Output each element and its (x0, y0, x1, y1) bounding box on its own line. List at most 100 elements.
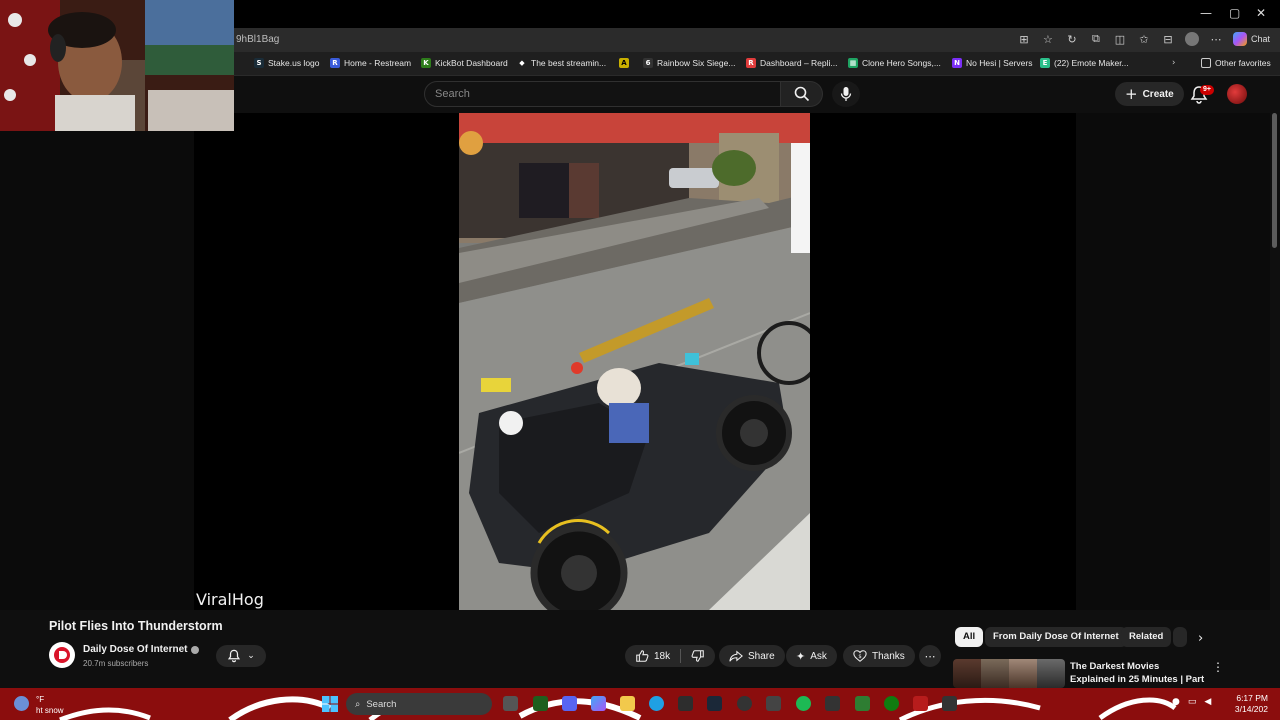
copilot-chat-button[interactable]: Chat (1232, 32, 1270, 46)
chip-related[interactable]: Related (1121, 627, 1172, 647)
like-count: 18k (654, 650, 671, 662)
chip-partial[interactable] (1173, 627, 1187, 647)
create-button[interactable]: + Create (1115, 82, 1184, 106)
favorites-overflow-icon[interactable]: › (1172, 58, 1175, 68)
nvidia-icon[interactable] (533, 696, 548, 711)
weather-icon[interactable] (14, 696, 29, 711)
bell-icon (228, 649, 241, 663)
taskbar-search[interactable]: ⌕ Search (346, 693, 492, 715)
voice-search-button[interactable] (832, 81, 860, 107)
profile-avatar[interactable] (1184, 32, 1199, 46)
share-button-inner: Share (719, 645, 785, 667)
close-icon[interactable]: ✕ (1256, 6, 1266, 20)
favorite-item[interactable]: R Dashboard – Repli... (746, 58, 838, 68)
microphone-icon (840, 87, 852, 101)
app-m-icon[interactable] (913, 696, 928, 711)
ask-button[interactable]: ✦ Ask (786, 645, 837, 667)
chevron-right-icon[interactable]: › (1198, 631, 1203, 646)
maximize-icon[interactable]: ▢ (1229, 6, 1240, 20)
discord-icon[interactable] (562, 696, 577, 711)
ambient-left (0, 113, 194, 610)
favorite-icon: S (254, 58, 264, 68)
account-avatar[interactable] (1227, 84, 1247, 104)
favorite-item[interactable]: A (619, 58, 633, 68)
video-title: Pilot Flies Into Thunderstorm (49, 619, 223, 633)
app-available-icon[interactable]: ⊞ (1017, 32, 1031, 46)
chip-all[interactable]: All (955, 627, 984, 647)
share-label: Share (748, 650, 775, 662)
more-vertical-icon[interactable]: ⋮ (1212, 660, 1224, 674)
favorite-item[interactable]: ◆ The best streamin... (517, 58, 606, 68)
favorite-item[interactable]: K KickBot Dashboard (421, 58, 508, 68)
chat-label: Chat (1250, 34, 1270, 44)
copilot-taskbar-icon[interactable] (591, 696, 606, 711)
chip-from-channel[interactable]: From Daily Dose Of Internet (985, 627, 1127, 647)
app-vp-icon[interactable] (942, 696, 957, 711)
favorite-item[interactable]: ▦ Clone Hero Songs,... (848, 58, 941, 68)
channel-avatar[interactable] (49, 642, 75, 668)
microphone-tray-icon[interactable]: ● (1172, 697, 1180, 707)
favorite-icon: N (952, 58, 962, 68)
extensions-icon[interactable]: ⧉ (1089, 32, 1103, 46)
subscription-bell-button[interactable]: ⌄ (216, 645, 266, 667)
collections-icon[interactable]: ⊟ (1161, 32, 1175, 46)
like-dislike-group: 18k (625, 645, 716, 667)
share-button[interactable]: Share (719, 645, 785, 667)
notification-badge: 9+ (1200, 85, 1214, 95)
weather-widget[interactable]: °F ht snow (36, 694, 64, 716)
favorite-item[interactable]: S Stake.us logo (254, 58, 320, 68)
store-icon[interactable] (678, 696, 693, 711)
task-view-icon[interactable] (503, 696, 518, 711)
favorite-item[interactable]: R Home - Restream (330, 58, 411, 68)
share-icon (729, 650, 743, 662)
favorite-icon: ▦ (848, 58, 858, 68)
thanks-button[interactable]: $ Thanks (843, 645, 915, 667)
more-actions-button[interactable]: ⋯ (919, 645, 941, 667)
related-video-thumbnail[interactable] (953, 659, 1065, 688)
chevron-down-icon: ⌄ (247, 651, 255, 661)
taskbar-wallpaper-swirls (59, 695, 1177, 720)
like-button[interactable]: 18k (625, 645, 680, 667)
favorite-icon: ◆ (519, 59, 525, 67)
create-label: Create (1142, 88, 1174, 100)
steam-icon[interactable] (707, 696, 722, 711)
dislike-button[interactable] (681, 645, 715, 667)
webcam-overlay (0, 0, 234, 131)
ask-button-inner: ✦ Ask (786, 645, 837, 667)
settings-gear-icon[interactable] (766, 696, 781, 711)
network-icon[interactable]: ▭ (1188, 697, 1197, 707)
channel-name-link[interactable]: Daily Dose Of Internet (83, 644, 200, 655)
favorite-item[interactable]: N No Hesi | Servers (952, 58, 1032, 68)
search-input[interactable]: Search (424, 81, 781, 107)
url-text[interactable]: 9hBl1Bag (236, 34, 279, 45)
obs-icon[interactable] (737, 696, 752, 711)
more-menu-icon[interactable]: ⋯ (1209, 32, 1223, 46)
volume-icon[interactable]: ◀ (1204, 697, 1211, 707)
edge-icon[interactable] (649, 696, 664, 711)
minimize-icon[interactable]: — (1200, 6, 1212, 20)
thumbnail-face (953, 659, 981, 688)
refresh-icon[interactable]: ↻ (1065, 32, 1079, 46)
windows-start-icon[interactable] (322, 696, 338, 712)
video-frame (459, 113, 810, 610)
favorite-star-icon[interactable]: ☆ (1041, 32, 1055, 46)
split-screen-icon[interactable]: ◫ (1113, 32, 1127, 46)
favorite-item[interactable]: E (22) Emote Maker... (1040, 58, 1129, 68)
scrollbar-thumb[interactable] (1272, 113, 1277, 248)
xbox-icon[interactable] (884, 696, 899, 711)
app-b-icon[interactable] (855, 696, 870, 711)
favorite-icon: E (1040, 58, 1050, 68)
taskbar-clock[interactable]: 6:17 PM 3/14/202 (1228, 693, 1268, 715)
favorite-item[interactable]: 6 Rainbow Six Siege... (643, 58, 735, 68)
search-button[interactable] (781, 81, 823, 107)
spotify-icon[interactable] (796, 696, 811, 711)
sparkle-icon: ✦ (796, 649, 806, 663)
verified-badge-icon (191, 645, 200, 654)
favorites-icon[interactable]: ✩ (1137, 32, 1151, 46)
thumbs-down-icon (691, 650, 704, 662)
other-favorites-folder[interactable]: Other favorites (1201, 58, 1271, 68)
file-explorer-icon[interactable] (620, 696, 635, 711)
taskbar-search-label: Search (366, 698, 397, 710)
video-player[interactable] (194, 113, 1076, 610)
app-4k-icon[interactable] (825, 696, 840, 711)
